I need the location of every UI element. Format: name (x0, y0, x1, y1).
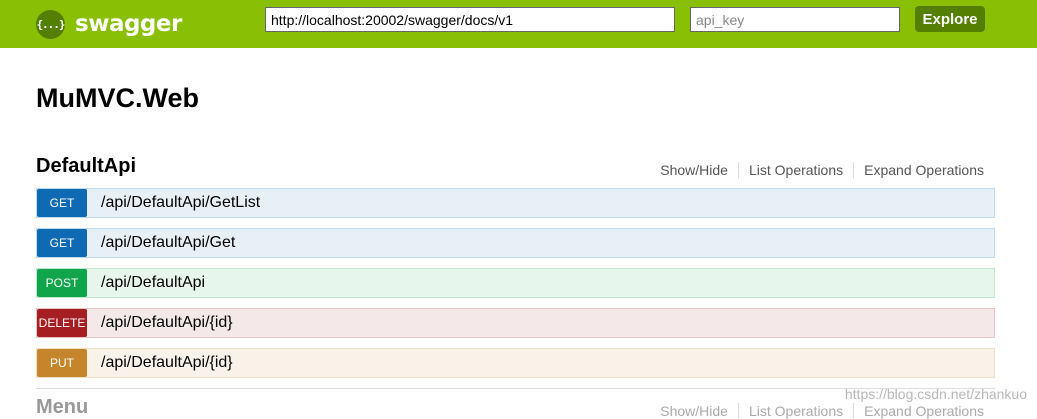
swagger-logo[interactable]: {...} swagger (36, 8, 182, 40)
operations-list: GET /api/DefaultApi/GetList GET /api/Def… (36, 188, 995, 388)
method-badge: POST (37, 269, 87, 297)
page-title: MuMVC.Web (36, 83, 199, 114)
resource-title-menu[interactable]: Menu (36, 396, 88, 419)
resource-links-defaultapi: Show/Hide List Operations Expand Operati… (650, 162, 984, 178)
swagger-logo-icon: {...} (36, 10, 65, 39)
operation-path[interactable]: /api/DefaultApi/Get (101, 234, 235, 252)
list-operations-link[interactable]: List Operations (738, 403, 853, 419)
show-hide-link[interactable]: Show/Hide (650, 162, 738, 178)
swagger-logo-text: swagger (75, 11, 182, 37)
list-operations-link[interactable]: List Operations (738, 162, 853, 178)
operation-path[interactable]: /api/DefaultApi/GetList (101, 194, 260, 212)
method-badge: PUT (37, 349, 87, 377)
operation-row-get-get[interactable]: GET /api/DefaultApi/Get (36, 228, 995, 258)
operation-path[interactable]: /api/DefaultApi/{id} (101, 354, 233, 372)
resource-title-defaultapi[interactable]: DefaultApi (36, 155, 136, 178)
operation-path[interactable]: /api/DefaultApi/{id} (101, 314, 233, 332)
watermark: https://blog.csdn.net/zhankuo (845, 386, 1027, 402)
operation-row-get-getlist[interactable]: GET /api/DefaultApi/GetList (36, 188, 995, 218)
operation-row-put[interactable]: PUT /api/DefaultApi/{id} (36, 348, 995, 378)
method-badge: GET (37, 189, 87, 217)
expand-operations-link[interactable]: Expand Operations (853, 403, 984, 419)
operation-row-post[interactable]: POST /api/DefaultApi (36, 268, 995, 298)
operation-path[interactable]: /api/DefaultApi (101, 274, 205, 292)
operation-row-delete[interactable]: DELETE /api/DefaultApi/{id} (36, 308, 995, 338)
resource-links-menu: Show/Hide List Operations Expand Operati… (650, 403, 984, 419)
method-badge: GET (37, 229, 87, 257)
api-key-input[interactable] (690, 7, 900, 32)
top-bar: {...} swagger Explore (0, 0, 1037, 48)
spec-url-input[interactable] (265, 7, 675, 32)
method-badge: DELETE (37, 309, 87, 337)
expand-operations-link[interactable]: Expand Operations (853, 162, 984, 178)
show-hide-link[interactable]: Show/Hide (650, 403, 738, 419)
explore-button[interactable]: Explore (915, 6, 985, 32)
